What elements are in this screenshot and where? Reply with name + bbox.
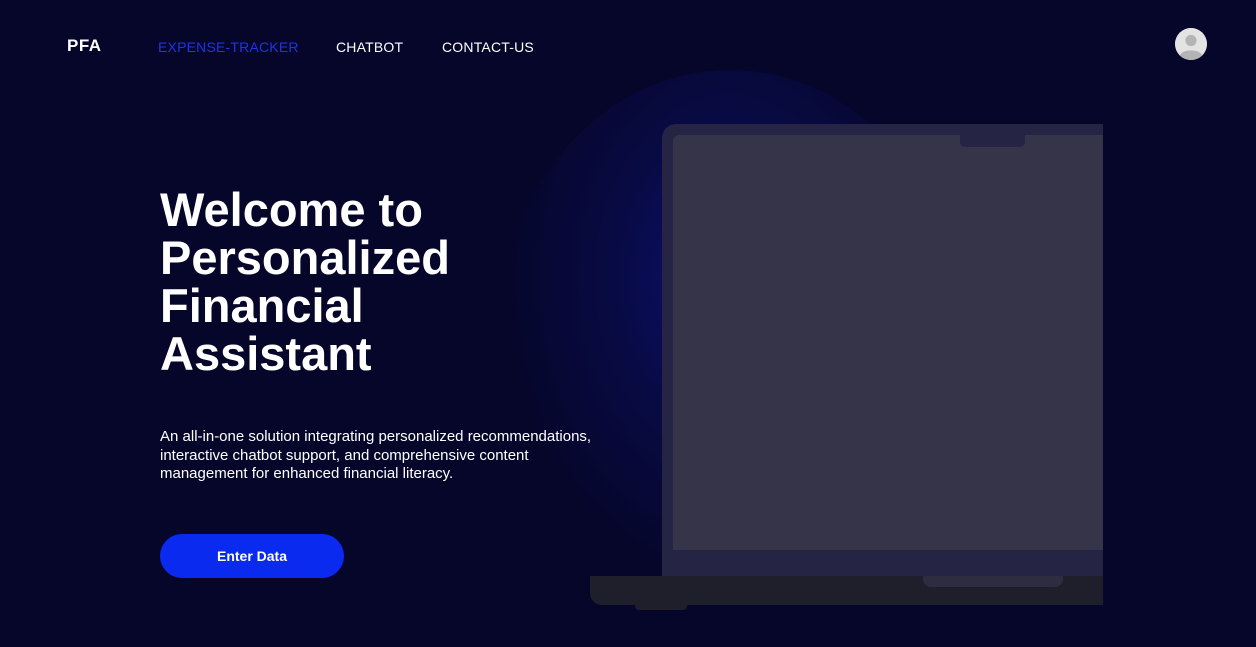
- hero-title-line: Personalized: [160, 231, 450, 284]
- user-avatar-icon[interactable]: [1175, 28, 1207, 60]
- hero-title: Welcome to Personalized Financial Assist…: [160, 186, 540, 378]
- laptop-trackpad: [923, 576, 1063, 587]
- laptop-lid: [662, 124, 1103, 576]
- logo[interactable]: PFA: [67, 36, 102, 56]
- nav-link-chatbot[interactable]: CHATBOT: [336, 39, 403, 55]
- nav-link-contact-us[interactable]: CONTACT-US: [442, 39, 534, 55]
- hero-title-line: Assistant: [160, 327, 372, 380]
- hero-title-line: Financial: [160, 279, 364, 332]
- laptop-foot: [635, 605, 687, 610]
- laptop-illustration: [590, 124, 1103, 610]
- hero-description: An all-in-one solution integrating perso…: [160, 428, 592, 482]
- laptop-screen: [673, 135, 1103, 550]
- nav-link-expense-tracker[interactable]: EXPENSE-TRACKER: [158, 39, 299, 55]
- landing-page: PFA EXPENSE-TRACKER CHATBOT CONTACT-US W…: [0, 0, 1256, 647]
- top-navbar: PFA EXPENSE-TRACKER CHATBOT CONTACT-US: [0, 0, 1256, 92]
- laptop-base: [590, 576, 1103, 605]
- laptop-camera-notch: [960, 132, 1025, 147]
- enter-data-button[interactable]: Enter Data: [160, 534, 344, 578]
- hero-title-line: Welcome to: [160, 183, 423, 236]
